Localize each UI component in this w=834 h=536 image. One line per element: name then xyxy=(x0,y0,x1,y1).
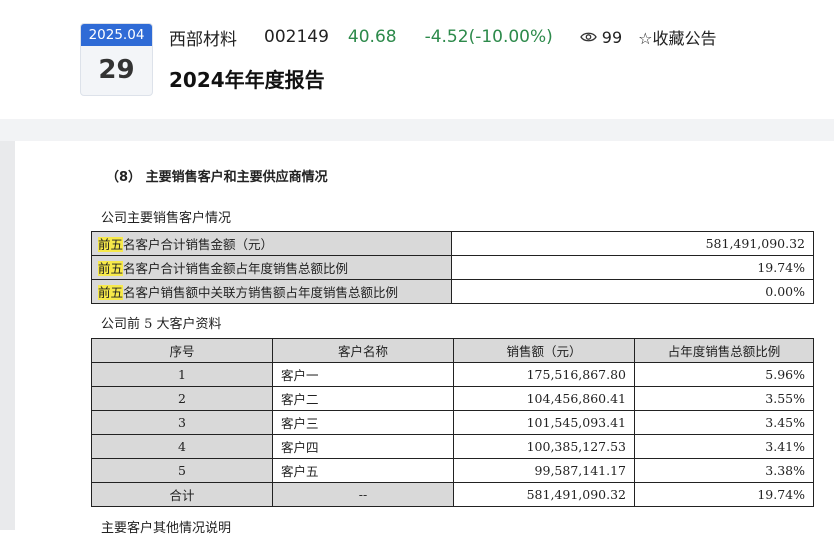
summary-value: 19.74% xyxy=(451,255,814,280)
row-number: 4 xyxy=(91,434,273,459)
date-badge: 2025.04 29 xyxy=(80,23,153,96)
customer-name: 客户三 xyxy=(272,410,454,435)
customer-name: 客户五 xyxy=(272,458,454,483)
summary-label: 前五名客户合计销售金额（元） xyxy=(91,231,452,256)
total-ratio: 19.74% xyxy=(634,482,814,507)
summary-value: 581,491,090.32 xyxy=(451,231,814,256)
table-row: 前五名客户合计销售金额（元） 581,491,090.32 xyxy=(91,231,814,256)
subtitle-customers: 公司主要销售客户情况 xyxy=(101,211,232,226)
eye-icon xyxy=(580,32,597,42)
column-header: 销售额（元） xyxy=(453,338,635,363)
sales-amount: 101,545,093.41 xyxy=(453,410,635,435)
stock-code[interactable]: 002149 xyxy=(264,27,329,47)
viewer-left-margin xyxy=(0,141,15,530)
sales-ratio: 3.55% xyxy=(634,386,814,411)
highlight-text: 前五 xyxy=(98,237,124,252)
table-row: 前五名客户销售额中关联方销售额占年度销售总额比例 0.00% xyxy=(91,279,814,304)
summary-label: 前五名客户销售额中关联方销售额占年度销售总额比例 xyxy=(91,279,452,304)
company-name[interactable]: 西部材料 xyxy=(169,25,237,50)
table-row: 3 客户三 101,545,093.41 3.45% xyxy=(91,410,814,435)
customer-name: 客户二 xyxy=(272,386,454,411)
summary-label: 前五名客户合计销售金额占年度销售总额比例 xyxy=(91,255,452,280)
stock-change: -4.52(-10.00%) xyxy=(424,27,553,47)
stock-price: 40.68 xyxy=(347,27,397,47)
summary-value: 0.00% xyxy=(451,279,814,304)
highlight-text: 前五 xyxy=(98,261,124,276)
table-row: 4 客户四 100,385,127.53 3.41% xyxy=(91,434,814,459)
row-number: 2 xyxy=(91,386,273,411)
date-day: 29 xyxy=(98,55,135,85)
sales-summary-table: 前五名客户合计销售金额（元） 581,491,090.32 前五名客户合计销售金… xyxy=(91,231,814,304)
sales-ratio: 3.41% xyxy=(634,434,814,459)
total-name: -- xyxy=(272,482,454,507)
top5-customers-table: 序号 客户名称 销售额（元） 占年度销售总额比例 1 客户一 175,516,8… xyxy=(91,338,814,507)
view-count-value: 99 xyxy=(601,27,623,47)
date-month: 2025.04 xyxy=(81,24,152,46)
row-number: 3 xyxy=(91,410,273,435)
total-label: 合计 xyxy=(91,482,273,507)
subtitle-other-notes: 主要客户其他情况说明 xyxy=(101,521,232,536)
favorite-button[interactable]: ☆收藏公告 xyxy=(638,25,716,49)
divider-band xyxy=(0,119,834,141)
sales-amount: 175,516,867.80 xyxy=(453,362,635,387)
stock-info-row: 西部材料 002149 40.68 -4.52(-10.00%) 99 ☆收藏公… xyxy=(169,24,717,50)
sales-ratio: 3.45% xyxy=(634,410,814,435)
document-page: （8） 主要销售客户和主要供应商情况 公司主要销售客户情况 前五名客户合计销售金… xyxy=(15,141,834,536)
table-total-row: 合计 -- 581,491,090.32 19.74% xyxy=(91,482,814,507)
column-header: 序号 xyxy=(91,338,273,363)
highlight-text: 前五 xyxy=(98,285,124,300)
table-row: 1 客户一 175,516,867.80 5.96% xyxy=(91,362,814,387)
sales-amount: 104,456,860.41 xyxy=(453,386,635,411)
column-header: 占年度销售总额比例 xyxy=(634,338,814,363)
total-amount: 581,491,090.32 xyxy=(453,482,635,507)
sales-amount: 99,587,141.17 xyxy=(453,458,635,483)
sales-amount: 100,385,127.53 xyxy=(453,434,635,459)
customer-name: 客户一 xyxy=(272,362,454,387)
table-row: 2 客户二 104,456,860.41 3.55% xyxy=(91,386,814,411)
announcement-header: 2025.04 29 西部材料 002149 40.68 -4.52(-10.0… xyxy=(0,0,834,119)
row-number: 1 xyxy=(91,362,273,387)
subtitle-top5: 公司前 5 大客户资料 xyxy=(101,317,222,332)
sales-ratio: 3.38% xyxy=(634,458,814,483)
table-header-row: 序号 客户名称 销售额（元） 占年度销售总额比例 xyxy=(91,338,814,363)
sales-ratio: 5.96% xyxy=(634,362,814,387)
section-heading: （8） 主要销售客户和主要供应商情况 xyxy=(106,170,328,185)
customer-name: 客户四 xyxy=(272,434,454,459)
view-count: 99 xyxy=(580,28,622,47)
page-title: 2024年年度报告 xyxy=(169,68,325,92)
column-header: 客户名称 xyxy=(272,338,454,363)
row-number: 5 xyxy=(91,458,273,483)
table-row: 前五名客户合计销售金额占年度销售总额比例 19.74% xyxy=(91,255,814,280)
table-row: 5 客户五 99,587,141.17 3.38% xyxy=(91,458,814,483)
